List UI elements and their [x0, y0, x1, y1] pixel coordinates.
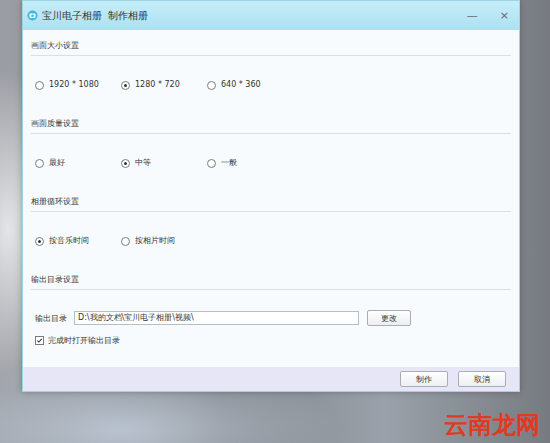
button-bar: 制作取消 — [23, 367, 519, 391]
title-bar[interactable]: 宝川电子相册 制作相册 — × — [23, 1, 519, 30]
checkbox[interactable] — [35, 336, 44, 345]
radio-button[interactable] — [121, 159, 130, 168]
radio-button[interactable] — [35, 237, 44, 246]
radio-option[interactable]: 1920 * 1080 — [35, 79, 121, 91]
dialog-button[interactable]: 制作 — [400, 371, 448, 387]
section-title: 相册循环设置 — [31, 186, 511, 212]
radio-button[interactable] — [35, 159, 44, 168]
window-control-button[interactable]: — — [465, 9, 480, 22]
section-title: 输出目录设置 — [31, 264, 511, 290]
output-dir-field[interactable]: D:\我的文档\宝川电子相册\视频\ — [74, 311, 359, 325]
check-icon — [36, 336, 43, 345]
radio-option[interactable]: 1280 * 720 — [121, 79, 207, 91]
dialog-button[interactable]: 取消 — [458, 371, 506, 387]
window-title: 宝川电子相册 制作相册 — [42, 9, 148, 23]
watermark: 云南龙网 — [444, 410, 540, 440]
section-title: 画面质量设置 — [31, 108, 511, 134]
change-button[interactable]: 更改 — [367, 310, 411, 326]
radio-button[interactable] — [207, 159, 216, 168]
radio-option[interactable]: 按音乐时间 — [35, 235, 121, 247]
settings-section: 画面质量设置最好中等一般 — [31, 108, 511, 186]
radio-option[interactable]: 中等 — [121, 157, 207, 169]
app-logo-icon — [27, 10, 38, 21]
radio-option[interactable]: 最好 — [35, 157, 121, 169]
make-album-dialog: 宝川电子相册 制作相册 — × 画面大小设置 1920 * 10801280 * 720… — [22, 0, 520, 392]
settings-section: 输出目录设置输出目录 D:\我的文档\宝川电子相册\视频\ 更改完成时打开输出目录 — [31, 264, 511, 346]
window-control-button[interactable]: × — [498, 9, 511, 22]
radio-button[interactable] — [207, 81, 216, 90]
radio-option[interactable]: 640 * 360 — [207, 79, 293, 91]
radio-button[interactable] — [121, 237, 130, 246]
field-label: 输出目录 — [35, 313, 67, 324]
desktop-background-photo: 宝川电子相册 制作相册 — × 画面大小设置 1920 * 10801280 * 720… — [0, 0, 550, 443]
radio-button[interactable] — [35, 81, 44, 90]
settings-section: 相册循环设置按音乐时间按相片时间 — [31, 186, 511, 264]
settings-section: 画面大小设置 1920 * 10801280 * 720640 * 360 — [31, 30, 511, 108]
open-dir-checkbox-row[interactable]: 完成时打开输出目录 — [35, 335, 511, 346]
radio-button[interactable] — [121, 81, 130, 90]
section-title: 画面大小设置 — [31, 30, 511, 56]
radio-option[interactable]: 一般 — [207, 157, 293, 169]
radio-option[interactable]: 按相片时间 — [121, 235, 207, 247]
